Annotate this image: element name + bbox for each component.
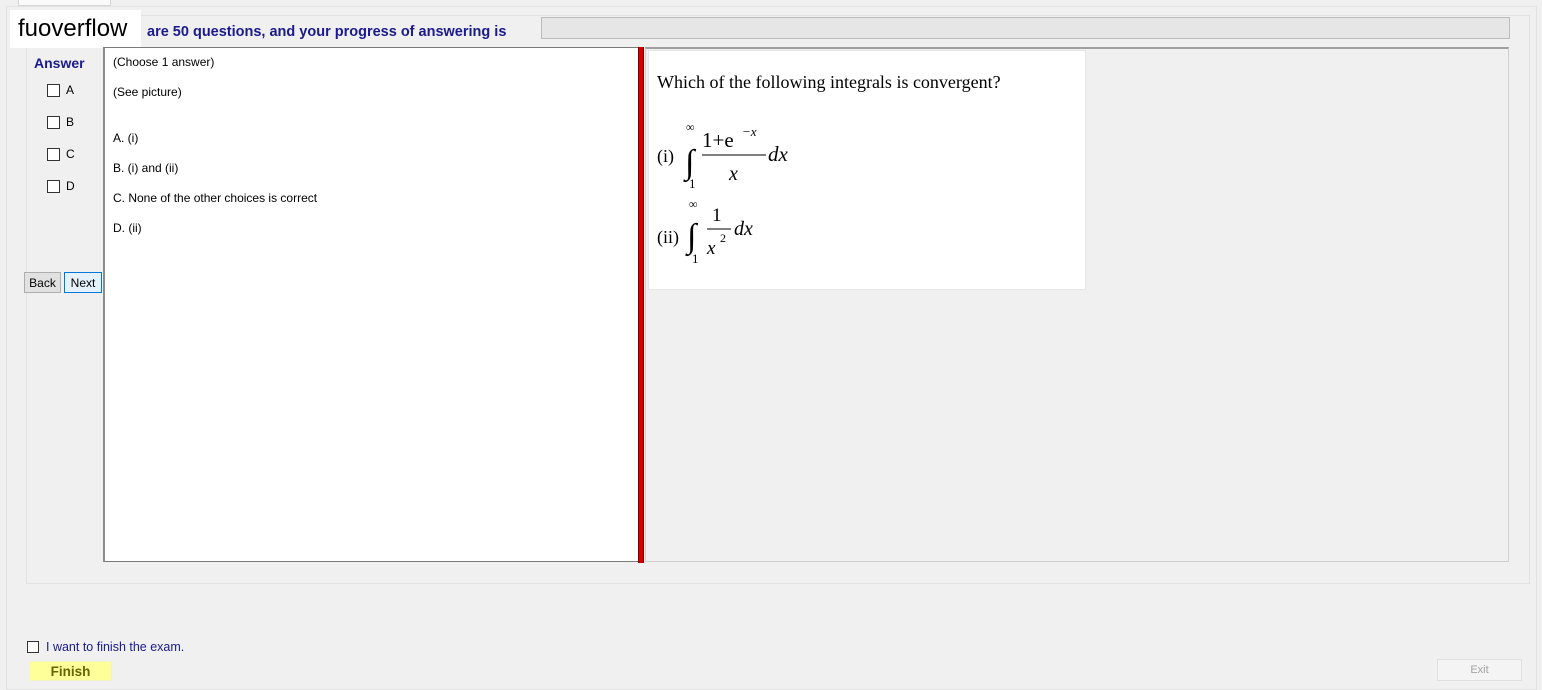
option-d[interactable]: D	[47, 179, 75, 193]
progress-bar	[541, 17, 1510, 39]
item-i-label: (i)	[657, 146, 674, 167]
option-a-checkbox[interactable]	[47, 83, 60, 97]
question-picture: Which of the following integrals is conv…	[648, 50, 1086, 290]
item-ii-denominator: x	[706, 238, 716, 259]
splitter-handle[interactable]	[638, 47, 644, 563]
item-i-exponent: −x	[742, 124, 757, 139]
choice-b: B. (i) and (ii)	[113, 161, 179, 175]
item-ii-numerator: 1	[712, 205, 722, 226]
item-ii-power: 2	[720, 231, 726, 245]
choice-d: D. (ii)	[113, 221, 142, 235]
option-b-label: B	[66, 115, 75, 129]
back-button[interactable]: Back	[24, 272, 61, 293]
finish-button[interactable]: Finish	[29, 661, 112, 681]
option-b[interactable]: B	[47, 115, 74, 129]
option-a[interactable]: A	[47, 83, 74, 97]
logo: fuoverflow	[10, 10, 141, 48]
option-d-label: D	[66, 179, 75, 193]
item-ii-lower-limit: 1	[692, 251, 699, 266]
item-i-differential: dx	[768, 142, 789, 166]
choice-a: A. (i)	[113, 131, 139, 145]
question-note: (See picture)	[113, 85, 182, 99]
item-ii-label: (ii)	[657, 227, 679, 248]
picture-question-text: Which of the following integrals is conv…	[657, 72, 1001, 92]
finish-exam-option[interactable]: I want to finish the exam.	[27, 640, 184, 654]
integral-figure: Which of the following integrals is conv…	[657, 72, 1001, 266]
option-c-checkbox[interactable]	[47, 147, 60, 161]
progress-label: are 50 questions, and your progress of a…	[147, 24, 507, 40]
answer-title: Answer	[34, 55, 85, 71]
question-text-box[interactable]: (Choose 1 answer) (See picture) A. (i) B…	[103, 47, 639, 562]
item-i-lower-limit: 1	[689, 176, 696, 191]
item-i-numerator: 1+e	[702, 128, 734, 152]
question-instruction: (Choose 1 answer)	[113, 55, 215, 69]
choice-c: C. None of the other choices is correct	[113, 191, 318, 205]
exit-button[interactable]: Exit	[1437, 659, 1522, 681]
item-i-denominator: x	[728, 163, 738, 185]
next-button[interactable]: Next	[64, 272, 102, 293]
item-ii-differential: dx	[734, 218, 753, 240]
option-b-checkbox[interactable]	[47, 115, 60, 129]
option-c-label: C	[66, 147, 75, 161]
option-a-label: A	[66, 83, 75, 97]
option-c[interactable]: C	[47, 147, 75, 161]
item-ii-upper-limit: ∞	[689, 197, 698, 211]
finish-exam-label: I want to finish the exam.	[46, 640, 185, 654]
option-d-checkbox[interactable]	[47, 179, 60, 193]
finish-exam-checkbox[interactable]	[27, 641, 39, 653]
item-i-upper-limit: ∞	[686, 120, 695, 134]
